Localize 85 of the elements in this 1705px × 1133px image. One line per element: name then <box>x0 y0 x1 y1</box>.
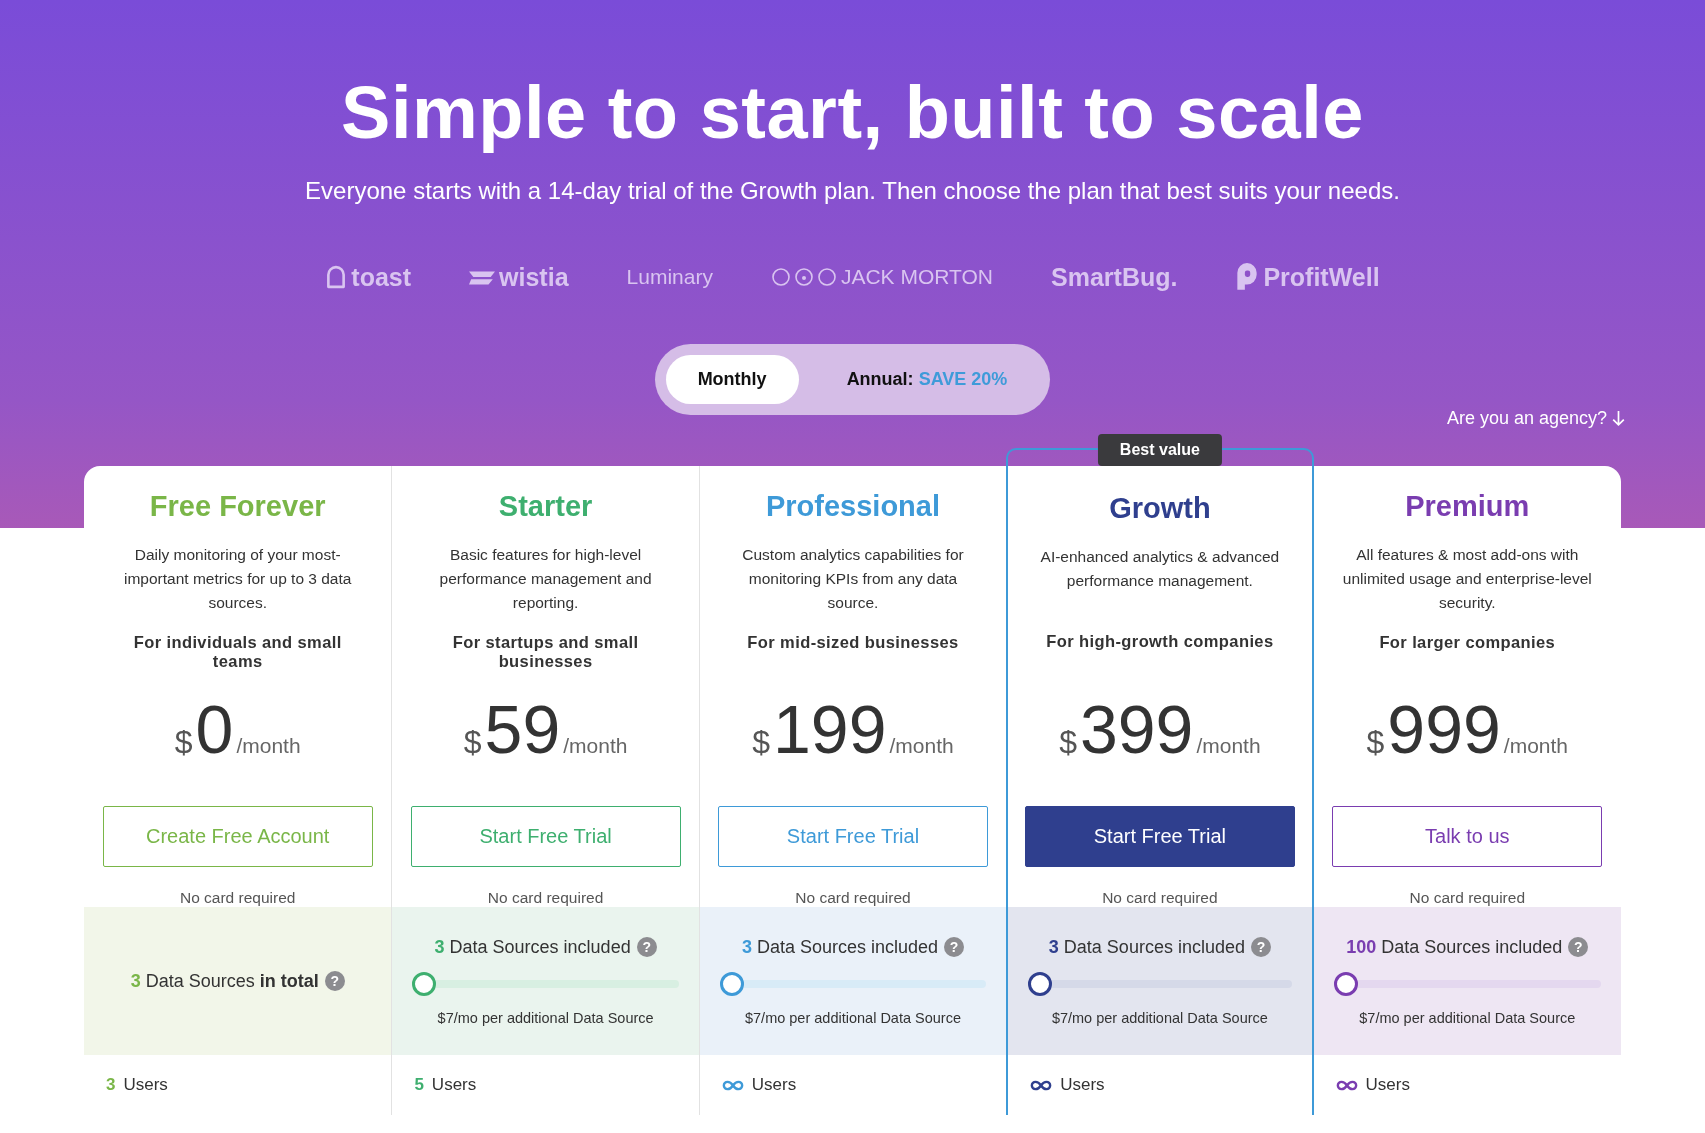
plan-cta-button[interactable]: Start Free Trial <box>718 806 988 867</box>
customer-logo: toast <box>325 262 412 292</box>
plan-name: Free Forever <box>149 490 326 523</box>
infinity-icon <box>1030 1079 1053 1091</box>
users-label: Users <box>431 1075 477 1095</box>
price-period: /month <box>889 734 954 759</box>
page-title: Simple to start, built to scale <box>341 70 1364 155</box>
customer-logo: SmartBug. <box>1051 262 1178 292</box>
plan-audience: For high-growth companies <box>1046 631 1274 652</box>
currency-symbol: $ <box>752 724 771 762</box>
help-icon[interactable]: ? <box>324 971 345 991</box>
no-card-note: No card required <box>1409 889 1525 907</box>
infinity-icon <box>1335 1079 1358 1091</box>
data-sources-slider[interactable] <box>412 971 679 996</box>
price-period: /month <box>236 734 301 759</box>
help-icon[interactable]: ? <box>1250 937 1271 957</box>
data-sources-text: 3 Data Sources included <box>1048 936 1245 958</box>
data-sources-slider[interactable] <box>1333 971 1601 996</box>
no-card-note: No card required <box>1102 889 1218 907</box>
additional-source-price: $7/mo per additional Data Source <box>744 1009 961 1026</box>
plan-name: Growth <box>1109 492 1211 525</box>
data-sources-text: 100 Data Sources included <box>1346 936 1563 958</box>
slider-thumb[interactable] <box>1028 971 1053 996</box>
no-card-note: No card required <box>179 889 296 907</box>
price-period: /month <box>563 734 628 759</box>
plan-price: 59 <box>484 690 561 769</box>
users-count: 5 <box>414 1075 424 1095</box>
plan-description: All features & most add-ons with unlimited usage and enterprise-level security. <box>1341 545 1593 613</box>
plan-cta-button[interactable]: Start Free Trial <box>1024 805 1295 867</box>
plan-name: Starter <box>498 490 593 523</box>
customer-logo: ProfitWell <box>1235 262 1380 292</box>
currency-symbol: $ <box>1366 724 1385 762</box>
users-label: Users <box>123 1075 168 1095</box>
plan-audience: For mid-sized businesses <box>747 633 959 653</box>
additional-source-price: $7/mo per additional Data Source <box>1051 1009 1268 1026</box>
users-label: Users <box>1060 1075 1105 1095</box>
infinity-icon <box>721 1079 744 1091</box>
slider-thumb[interactable] <box>1333 971 1358 996</box>
best-value-badge: Best value <box>1097 434 1222 466</box>
plan-audience: For larger companies <box>1379 633 1556 653</box>
agency-link[interactable]: Are you an agency? <box>1446 408 1625 429</box>
slider-thumb[interactable] <box>412 971 437 996</box>
plan-cta-button[interactable]: Start Free Trial <box>410 806 681 867</box>
plan-cta-button[interactable]: Create Free Account <box>102 806 373 867</box>
data-sources-text: 3 Data Sources included <box>741 936 939 958</box>
currency-symbol: $ <box>463 724 482 762</box>
currency-symbol: $ <box>1059 723 1077 761</box>
plan-description: Daily monitoring of your most-important metrics for up to 3 data sources. <box>122 545 353 613</box>
plan-description: AI-enhanced analytics & advanced performance management. <box>1039 547 1281 591</box>
data-sources-text: 3 Data Sources included <box>434 936 631 958</box>
customer-logo: JACK MORTON <box>770 265 993 289</box>
additional-source-price: $7/mo per additional Data Source <box>437 1009 654 1026</box>
plan-name: Premium <box>1405 490 1530 523</box>
currency-symbol: $ <box>174 724 193 762</box>
billing-option[interactable]: Monthly <box>665 355 799 404</box>
data-sources-slider[interactable] <box>719 971 987 996</box>
data-sources-text: 3 Data Sources in total <box>130 970 319 992</box>
data-sources-slider[interactable] <box>1028 971 1292 996</box>
plan-name: Professional <box>765 490 940 523</box>
users-label: Users <box>751 1075 797 1095</box>
plan-price: 199 <box>773 690 887 769</box>
help-icon[interactable]: ? <box>1568 937 1589 957</box>
plan-description: Basic features for high-level performance management and reporting. <box>438 545 653 613</box>
arrow-down-icon <box>1612 410 1625 427</box>
no-card-note: No card required <box>795 889 911 907</box>
plan-price: 0 <box>195 690 234 769</box>
plan-price: 999 <box>1387 690 1501 769</box>
users-count: 3 <box>106 1075 116 1095</box>
slider-thumb[interactable] <box>719 971 744 996</box>
plan-audience: For startups and small businesses <box>451 633 640 672</box>
help-icon[interactable]: ? <box>636 937 657 957</box>
plan-audience: For individuals and small teams <box>132 633 343 672</box>
plan-price: 399 <box>1079 689 1194 768</box>
customer-logo: Luminary <box>626 265 713 289</box>
page-subtitle: Everyone starts with a 14-day trial of the Growth plan. Then choose the plan that best suits your needs. <box>305 177 1400 205</box>
no-card-note: No card required <box>487 889 604 907</box>
additional-source-price: $7/mo per additional Data Source <box>1359 1009 1576 1026</box>
users-label: Users <box>1365 1075 1410 1095</box>
plan-description: Custom analytics capabilities for monitoring KPIs from any data source. <box>741 545 965 613</box>
price-period: /month <box>1196 733 1261 758</box>
price-period: /month <box>1503 734 1568 759</box>
help-icon[interactable]: ? <box>944 937 965 957</box>
plan-cta-button[interactable]: Talk to us <box>1332 806 1603 867</box>
customer-logo: wistia <box>469 262 569 292</box>
billing-option[interactable]: Annual: SAVE 20% <box>814 355 1040 404</box>
